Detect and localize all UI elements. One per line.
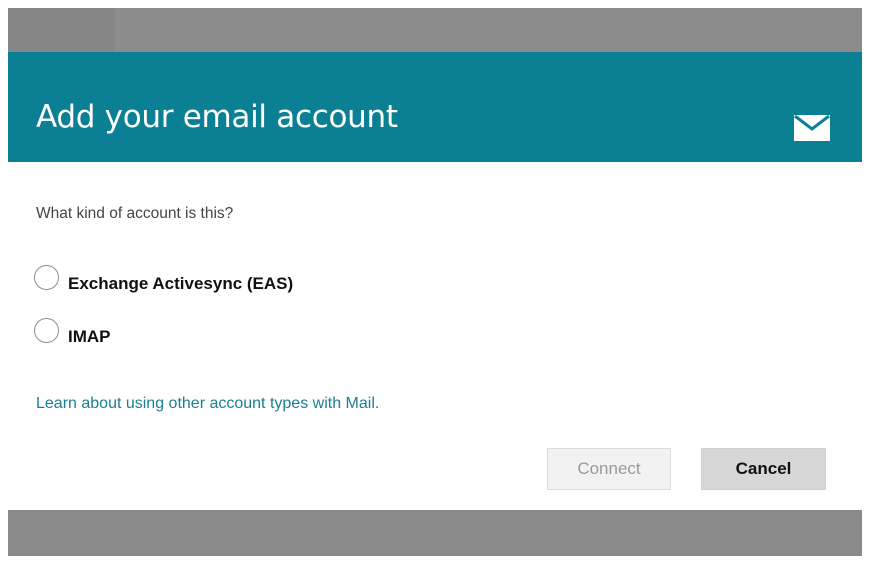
radio-button-icon[interactable] [34,264,59,290]
option-exchange-activesync[interactable]: Exchange Activesync (EAS) [34,260,293,294]
connect-button[interactable]: Connect [547,448,671,490]
envelope-icon [794,115,830,141]
background-overlay-bottom [8,510,862,556]
cancel-button[interactable]: Cancel [701,448,826,490]
dialog-body: What kind of account is this? Exchange A… [8,162,862,510]
option-imap[interactable]: IMAP [34,313,111,347]
dialog-title: Add your email account [36,99,398,135]
option-label: IMAP [68,327,111,346]
learn-more-link[interactable]: Learn about using other account types wi… [36,395,379,413]
dialog-header: Add your email account [8,52,862,162]
screen-frame: Add your email account What kind of acco… [8,8,862,556]
option-label: Exchange Activesync (EAS) [68,274,294,293]
account-type-question: What kind of account is this? [36,205,234,222]
radio-button-icon[interactable] [34,317,59,343]
